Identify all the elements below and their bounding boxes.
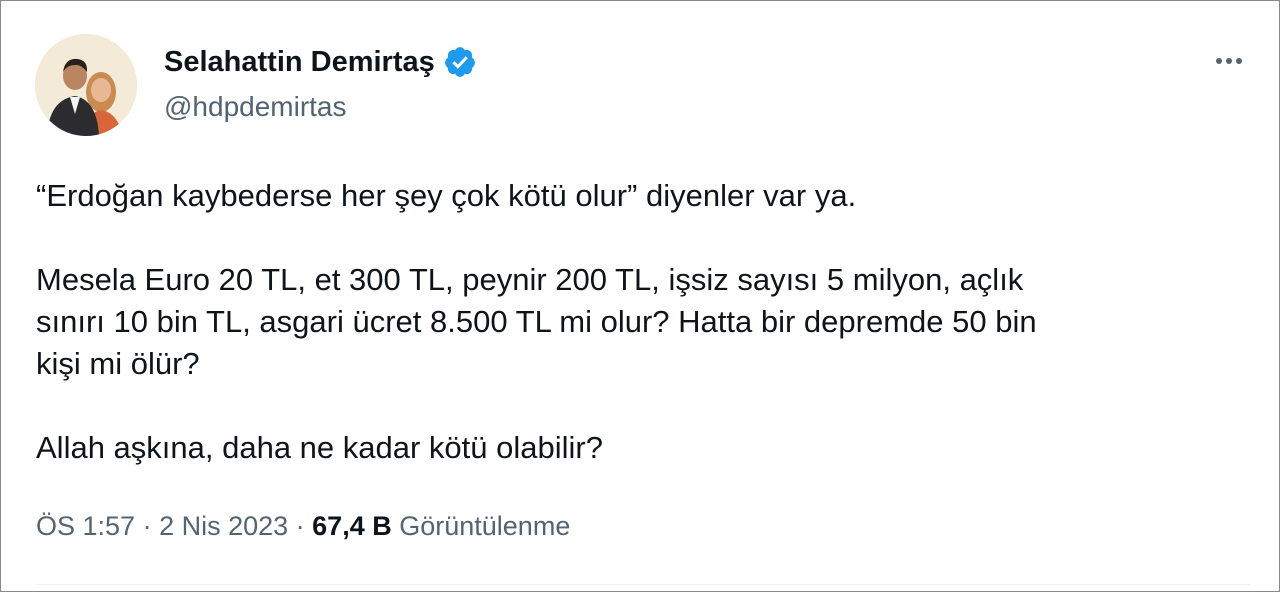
divider	[36, 584, 1251, 585]
author-name-text[interactable]: Selahattin Demirtaş	[164, 46, 435, 79]
views-label: Görüntülenme	[399, 511, 571, 541]
more-dots-icon	[1216, 58, 1242, 64]
author-handle[interactable]: @hdpdemirtas	[164, 91, 347, 123]
author-avatar[interactable]	[35, 34, 137, 136]
profile-photo-icon	[35, 34, 137, 136]
tweet-card: Selahattin Demirtaş @hdpdemirtas “Erdoğa…	[0, 0, 1280, 592]
tweet-paragraph-3: Allah aşkına, daha ne kadar kötü olabili…	[36, 430, 603, 465]
meta-separator: ·	[288, 511, 313, 541]
views-count: 67,4 B	[312, 511, 392, 541]
tweet-text: “Erdoğan kaybederse her şey çok kötü olu…	[36, 175, 1256, 469]
verified-badge-icon	[444, 47, 475, 77]
tweet-paragraph-1: “Erdoğan kaybederse her şey çok kötü olu…	[36, 178, 857, 213]
more-options-button[interactable]	[1207, 46, 1251, 76]
tweet-paragraph-2: Mesela Euro 20 TL, et 300 TL, peynir 200…	[36, 262, 1037, 381]
tweet-meta: ÖS 1:57 · 2 Nis 2023 · 67,4 B Görüntülen…	[36, 511, 570, 542]
meta-separator: ·	[135, 511, 160, 541]
tweet-time[interactable]: ÖS 1:57	[36, 511, 135, 541]
author-name[interactable]: Selahattin Demirtaş	[164, 45, 477, 79]
tweet-date[interactable]: 2 Nis 2023	[159, 511, 288, 541]
